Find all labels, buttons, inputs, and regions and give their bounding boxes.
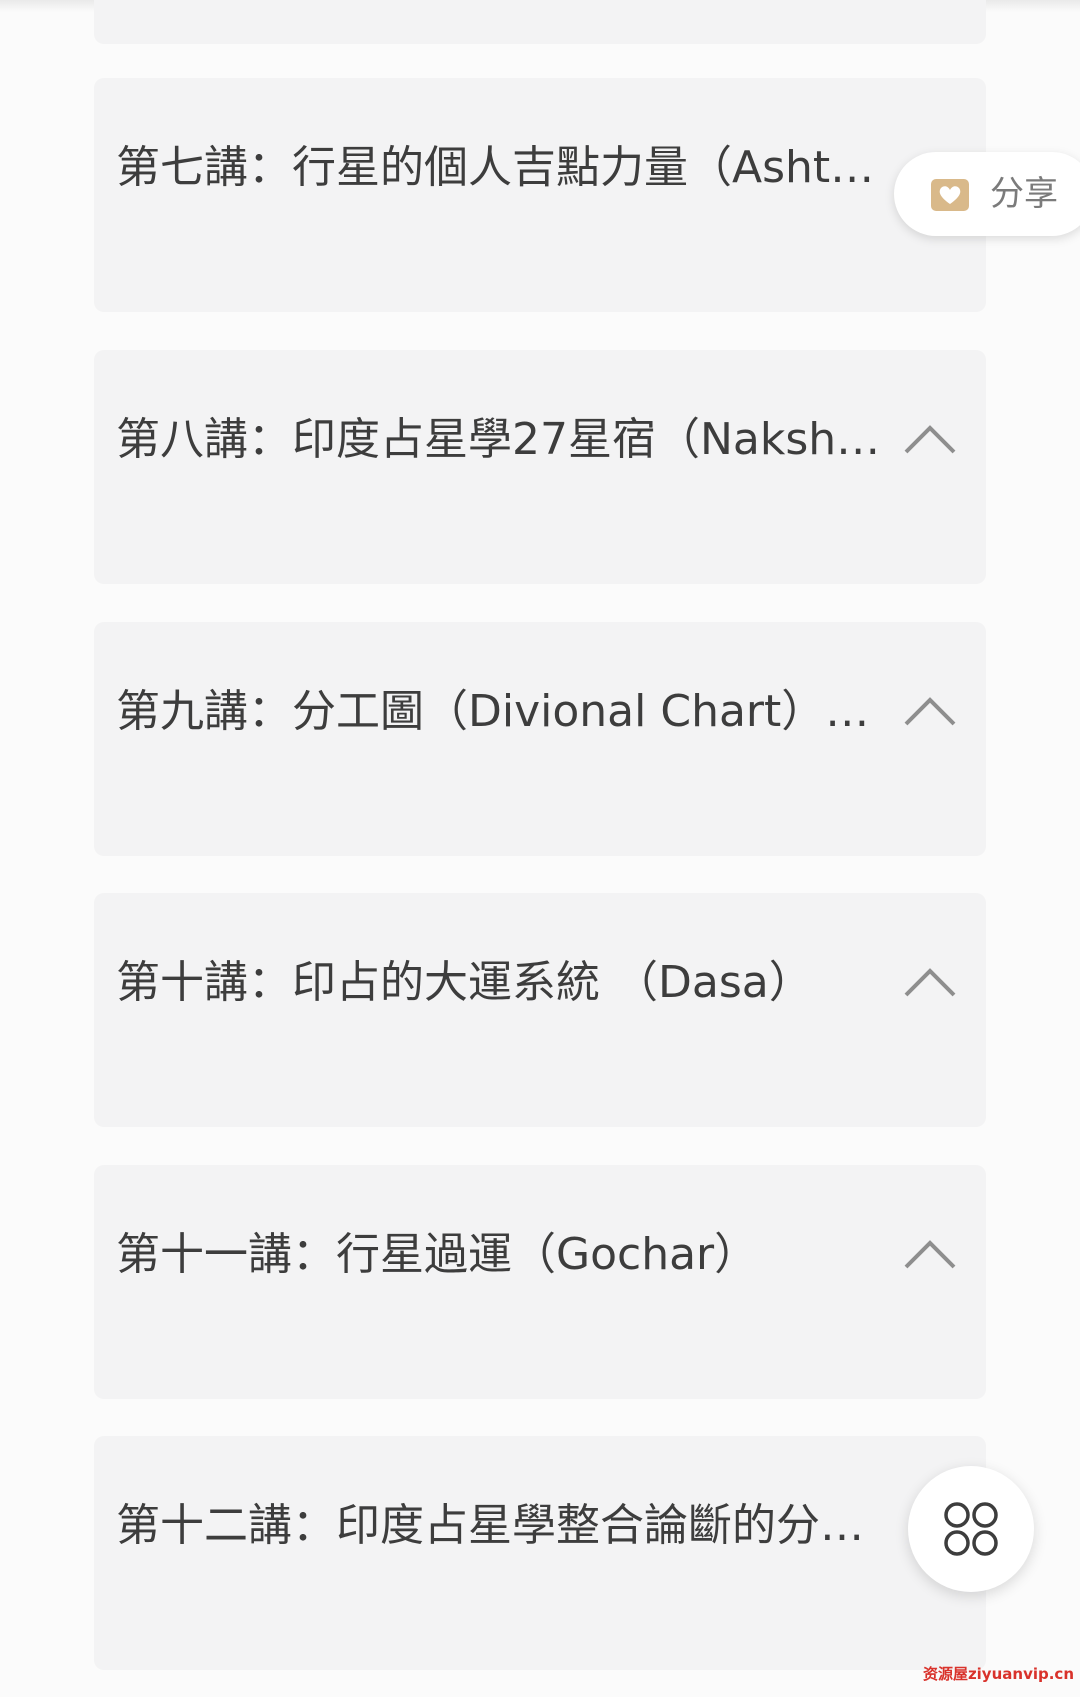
watermark: 资源屋ziyuanvip.cn (922, 1665, 1074, 1683)
lecture-title: 第十一講：行星過運（Gochar） (116, 1229, 759, 1280)
menu-fab-button[interactable] (908, 1466, 1034, 1592)
lecture-card-12[interactable]: 第十二講：印度占星學整合論斷的分… (94, 1436, 986, 1670)
chevron-up-icon[interactable] (902, 684, 958, 740)
page: 第七講：行星的個人吉點力量（Asht… 第八講：印度占星學27星宿（Naksh…… (0, 0, 1080, 1697)
lecture-title: 第七講：行星的個人吉點力量（Asht… (116, 142, 875, 193)
lecture-title: 第九講：分工圖（Divional Chart）的… (116, 686, 896, 737)
lecture-card-7[interactable]: 第七講：行星的個人吉點力量（Asht… (94, 78, 986, 312)
chevron-up-icon[interactable] (902, 1227, 958, 1283)
share-label: 分享 (990, 174, 1058, 214)
lecture-card-11[interactable]: 第十一講：行星過運（Gochar） (94, 1165, 986, 1399)
share-button[interactable]: 分享 (894, 152, 1080, 236)
lecture-title: 第十二講：印度占星學整合論斷的分… (116, 1500, 864, 1551)
lecture-card-8[interactable]: 第八講：印度占星學27星宿（Naksh… (94, 350, 986, 584)
chevron-up-icon[interactable] (902, 412, 958, 468)
share-heart-icon (931, 179, 969, 211)
lecture-title: 第十講：印占的大運系統 （Dasa） (116, 957, 813, 1008)
chevron-up-icon[interactable] (902, 955, 958, 1011)
lecture-card-10[interactable]: 第十講：印占的大運系統 （Dasa） (94, 893, 986, 1127)
lecture-title: 第八講：印度占星學27星宿（Naksh… (116, 414, 881, 465)
four-circles-menu-icon (944, 1502, 998, 1556)
lecture-card-partial[interactable] (94, 0, 986, 44)
lecture-card-9[interactable]: 第九講：分工圖（Divional Chart）的… (94, 622, 986, 856)
